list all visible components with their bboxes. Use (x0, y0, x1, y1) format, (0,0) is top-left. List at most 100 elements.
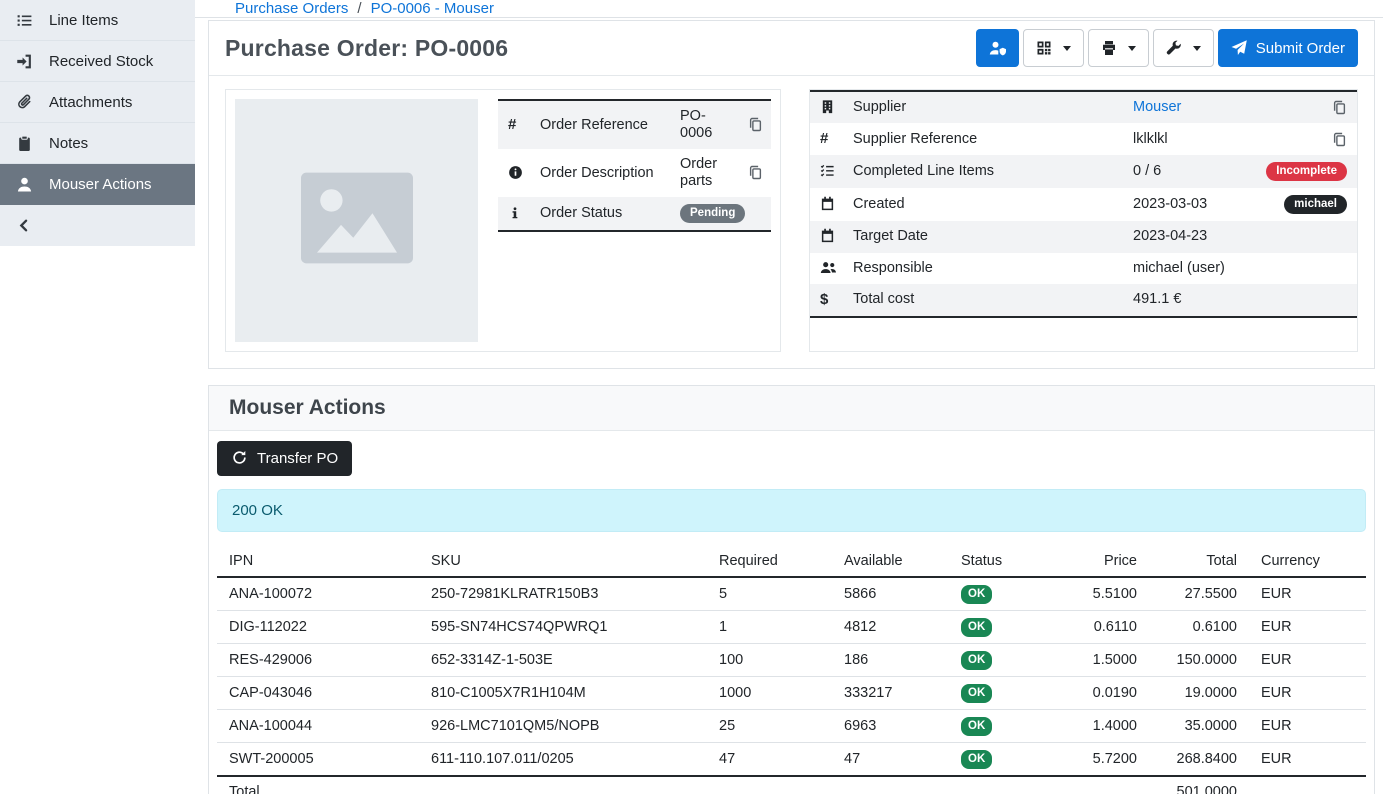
panel-header: Mouser Actions (209, 386, 1374, 431)
sidebar-collapse-button[interactable] (0, 205, 195, 246)
cell-ipn: ANA-100072 (217, 577, 419, 611)
mouser-actions-panel: Mouser Actions Transfer PO 200 OK (208, 385, 1375, 794)
table-row: Completed Line Items 0 / 6 Incomplete (810, 155, 1357, 188)
breadcrumb-separator: / (357, 0, 361, 17)
cell-ipn: CAP-043046 (217, 677, 419, 710)
sidebar-item-attachments[interactable]: Attachments (0, 82, 195, 123)
sidebar: Line Items Received Stock Attachments No… (0, 0, 195, 794)
ok-badge: OK (961, 585, 992, 604)
breadcrumb-link-po[interactable]: PO-0006 - Mouser (371, 0, 494, 17)
ok-badge: OK (961, 684, 992, 703)
cell-required: 47 (707, 743, 832, 777)
cell-currency: EUR (1249, 677, 1366, 710)
barcode-actions-button[interactable] (1023, 29, 1084, 67)
copy-icon[interactable] (748, 117, 763, 134)
wrench-icon (1166, 40, 1183, 57)
supplier-detail-box: Supplier Mouser # Supplier Reference lkl… (809, 89, 1358, 352)
detail-value: 491.1 € (1125, 284, 1257, 317)
detail-value: lklklkl (1125, 123, 1257, 155)
list-check-icon (820, 163, 837, 180)
cell-sku: 595-SN74HCS74QPWRQ1 (419, 611, 707, 644)
sidebar-item-received-stock[interactable]: Received Stock (0, 41, 195, 82)
sign-in-icon (16, 53, 33, 70)
purchase-order-header: Purchase Order: PO-0006 (209, 21, 1374, 76)
detail-label: Completed Line Items (845, 155, 1125, 188)
column-header-required: Required (707, 546, 832, 577)
order-image-placeholder[interactable] (235, 99, 478, 342)
breadcrumb-link-purchase-orders[interactable]: Purchase Orders (235, 0, 348, 17)
copy-icon[interactable] (748, 165, 763, 182)
column-header-sku: SKU (419, 546, 707, 577)
transfer-po-button[interactable]: Transfer PO (217, 441, 352, 476)
table-footer-row: Total 501.0000 (217, 776, 1366, 794)
cell-required: 1 (707, 611, 832, 644)
cell-currency: EUR (1249, 710, 1366, 743)
user-actions-button[interactable] (976, 29, 1019, 67)
printer-icon (1101, 40, 1118, 57)
cell-price: 0.6110 (1044, 611, 1149, 644)
cell-available: 5866 (832, 577, 949, 611)
footer-total-value: 501.0000 (1149, 776, 1249, 794)
sidebar-item-line-items[interactable]: Line Items (0, 0, 195, 41)
sidebar-item-notes[interactable]: Notes (0, 123, 195, 164)
table-row: SWT-200005 611-110.107.011/0205 47 47 OK… (217, 743, 1366, 777)
table-row: ANA-100044 926-LMC7101QM5/NOPB 25 6963 O… (217, 710, 1366, 743)
purchase-order-card: Purchase Order: PO-0006 (208, 20, 1375, 369)
order-details: # Order Reference PO-0006 Order Descript… (209, 76, 1374, 368)
order-reference-table: # Order Reference PO-0006 Order Descript… (498, 99, 771, 232)
detail-value: 0 / 6 (1125, 155, 1257, 188)
user-icon (16, 176, 33, 193)
qrcode-icon (1036, 40, 1053, 57)
detail-value: 2023-04-23 (1125, 221, 1257, 252)
line-items-table: IPN SKU Required Available Status Price … (217, 546, 1366, 794)
copy-icon[interactable] (1332, 131, 1347, 148)
calendar-icon (820, 228, 837, 245)
supplier-details-table: Supplier Mouser # Supplier Reference lkl… (810, 90, 1357, 318)
calendar-icon (820, 196, 837, 213)
detail-label: Order Status (532, 197, 672, 231)
detail-label: Responsible (845, 253, 1125, 284)
cell-currency: EUR (1249, 644, 1366, 677)
dollar-icon: $ (820, 291, 828, 308)
chevron-down-icon (1193, 46, 1201, 51)
detail-label: Order Reference (532, 100, 672, 149)
submit-order-button[interactable]: Submit Order (1218, 29, 1358, 67)
detail-label: Created (845, 188, 1125, 221)
cell-total: 150.0000 (1149, 644, 1249, 677)
table-row: Order Status Pending (498, 197, 771, 231)
cell-available: 333217 (832, 677, 949, 710)
copy-icon[interactable] (1332, 99, 1347, 116)
detail-value: Order parts (672, 149, 740, 197)
detail-label: Total cost (845, 284, 1125, 317)
column-header-ipn: IPN (217, 546, 419, 577)
ok-badge: OK (961, 750, 992, 769)
cell-available: 47 (832, 743, 949, 777)
cell-ipn: SWT-200005 (217, 743, 419, 777)
status-alert: 200 OK (217, 489, 1366, 532)
order-actions-button[interactable] (1153, 29, 1214, 67)
sidebar-item-mouser-actions[interactable]: Mouser Actions (0, 164, 195, 205)
cell-total: 19.0000 (1149, 677, 1249, 710)
print-actions-button[interactable] (1088, 29, 1149, 67)
image-placeholder-icon (293, 154, 421, 287)
chevron-down-icon (1128, 46, 1136, 51)
table-row: Order Description Order parts (498, 149, 771, 197)
sidebar-item-label: Notes (49, 135, 88, 152)
detail-value: 2023-03-03 (1125, 188, 1257, 221)
table-row: # Supplier Reference lklklkl (810, 123, 1357, 155)
column-header-price: Price (1044, 546, 1149, 577)
table-header-row: IPN SKU Required Available Status Price … (217, 546, 1366, 577)
detail-value: PO-0006 (672, 100, 740, 149)
supplier-link[interactable]: Mouser (1133, 99, 1181, 115)
cell-available: 6963 (832, 710, 949, 743)
header-actions: Submit Order (976, 29, 1358, 67)
detail-label: Supplier (845, 91, 1125, 123)
table-row: $ Total cost 491.1 € (810, 284, 1357, 317)
incomplete-badge: Incomplete (1266, 162, 1347, 181)
status-badge: Pending (680, 204, 745, 223)
cell-required: 25 (707, 710, 832, 743)
column-header-available: Available (832, 546, 949, 577)
paper-plane-icon (1231, 40, 1248, 57)
sidebar-item-label: Received Stock (49, 53, 153, 70)
detail-label: Supplier Reference (845, 123, 1125, 155)
